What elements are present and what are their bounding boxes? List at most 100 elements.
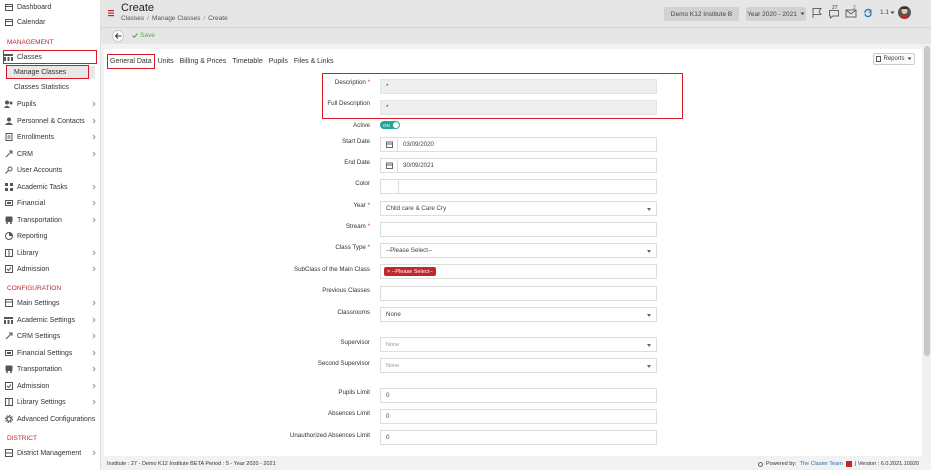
- pupils-icon: [4, 100, 13, 108]
- sidebar-item-crm-settings[interactable]: CRM Settings: [0, 328, 100, 344]
- document-icon: [876, 56, 882, 62]
- second-supervisor-select[interactable]: None: [380, 358, 657, 373]
- class-type-select[interactable]: --Please Select--: [380, 243, 657, 258]
- settings-icon: [4, 299, 13, 307]
- stream-field[interactable]: [380, 222, 657, 237]
- gear-icon: [4, 415, 13, 423]
- tab-pupils[interactable]: Pupils: [266, 54, 291, 68]
- color-label: Color: [355, 180, 370, 187]
- key-icon: [4, 166, 13, 174]
- sync-icon[interactable]: [862, 7, 874, 19]
- sidebar-item-academic-settings[interactable]: Academic Settings: [0, 312, 100, 328]
- sidebar-item-financial[interactable]: Financial: [0, 195, 100, 211]
- breadcrumb-create: Create: [208, 15, 228, 22]
- tab-files-links[interactable]: Files & Links: [291, 54, 337, 68]
- powered-label: Powered by:: [765, 461, 797, 467]
- start-date-field[interactable]: 03/09/2020: [380, 137, 657, 152]
- powered-icon: [757, 461, 763, 467]
- avatar[interactable]: [898, 6, 911, 19]
- academic-icon: [4, 316, 13, 324]
- back-button[interactable]: [112, 30, 124, 42]
- sidebar-item-district-management[interactable]: District Management: [0, 445, 100, 461]
- sidebar-item-dashboard[interactable]: Dashboard: [0, 0, 100, 15]
- calendar-icon[interactable]: [381, 138, 398, 151]
- absences-limit-field[interactable]: 0: [380, 409, 657, 424]
- breadcrumb-separator: /: [203, 15, 206, 22]
- stream-label: Stream *: [345, 223, 370, 230]
- team-link[interactable]: The Claster Team: [800, 461, 843, 467]
- tasks-icon: [4, 183, 13, 191]
- sidebar-item-financial-settings[interactable]: Financial Settings: [0, 345, 100, 361]
- sidebar-item-transportation[interactable]: Transportation: [0, 212, 100, 228]
- tab-timetable[interactable]: Timetable: [229, 54, 265, 68]
- year-select[interactable]: Child care & Care Cry: [380, 201, 657, 216]
- calendar-icon[interactable]: [381, 159, 398, 172]
- chevron-down-icon: [800, 12, 805, 16]
- enrollments-icon: [4, 133, 13, 141]
- sidebar-item-enrollments[interactable]: Enrollments: [0, 129, 100, 145]
- bus-icon: [4, 365, 13, 373]
- active-toggle[interactable]: ON: [380, 121, 400, 129]
- previous-classes-field[interactable]: [380, 286, 657, 301]
- scrollbar-thumb[interactable]: [924, 46, 930, 356]
- year-selector-label: Year 2020 - 2021: [747, 10, 797, 18]
- chevron-down-icon: [890, 11, 895, 15]
- sidebar-item-pupils[interactable]: Pupils: [0, 96, 100, 112]
- year-selector[interactable]: Year 2020 - 2021: [746, 7, 806, 21]
- general-data-highlight: [107, 54, 155, 69]
- sidebar-subitem-classes-statistics[interactable]: Classes Statistics: [7, 81, 95, 94]
- sidebar-item-transportation-settings[interactable]: Transportation: [0, 361, 100, 377]
- classrooms-select[interactable]: None: [380, 307, 657, 322]
- sidebar-item-library[interactable]: Library: [0, 245, 100, 261]
- subclass-label: SubClass of the Main Class: [293, 266, 370, 273]
- hamburger-menu-icon[interactable]: [108, 9, 116, 17]
- user-menu[interactable]: 1.1: [880, 9, 895, 16]
- sidebar-item-main-settings[interactable]: Main Settings: [0, 295, 100, 311]
- action-bar: Save: [101, 27, 931, 44]
- sidebar-item-reporting[interactable]: Reporting: [0, 228, 100, 244]
- classrooms-label: Classrooms: [337, 309, 370, 316]
- classrooms-value: None: [386, 311, 401, 318]
- scrollbar[interactable]: [923, 44, 931, 458]
- subclass-field[interactable]: × --Please Select--: [380, 264, 657, 279]
- admission-icon: [4, 265, 13, 273]
- breadcrumb-classes[interactable]: Classes: [121, 15, 144, 22]
- sidebar-item-advanced-configurations[interactable]: Advanced Configurations: [0, 411, 100, 427]
- subclass-chip[interactable]: × --Please Select--: [384, 267, 436, 276]
- description-highlight: [322, 73, 683, 119]
- district-icon: [4, 449, 13, 457]
- color-field[interactable]: [380, 179, 657, 194]
- previous-classes-label: Previous Classes: [322, 287, 370, 294]
- sidebar-item-library-settings[interactable]: Library Settings: [0, 394, 100, 410]
- flag-icon[interactable]: [811, 7, 823, 19]
- tab-billing-prices[interactable]: Billing & Prices: [177, 54, 230, 68]
- unauthorized-absences-limit-label: Unauthorized Absences Limit: [289, 432, 370, 439]
- footer-institute-info: Institute : 27 - Demo K12 Institute BETA…: [107, 461, 276, 467]
- sidebar-item-admission[interactable]: Admission: [0, 261, 100, 277]
- second-supervisor-value: None: [386, 362, 400, 369]
- sidebar-item-user-accounts[interactable]: User Accounts: [0, 162, 100, 178]
- sidebar-item-crm[interactable]: CRM: [0, 146, 100, 162]
- dashboard-icon: [4, 3, 13, 11]
- breadcrumb-manage-classes[interactable]: Manage Classes: [152, 15, 200, 22]
- footer-powered: Powered by: The Claster Team | Version :…: [757, 461, 919, 467]
- reports-button[interactable]: Reports: [873, 53, 915, 65]
- tab-units[interactable]: Units: [155, 54, 177, 68]
- sidebar-item-admission-settings[interactable]: Admission: [0, 378, 100, 394]
- pupils-limit-field[interactable]: 0: [380, 388, 657, 403]
- user-menu-label: 1.1: [880, 9, 890, 16]
- sidebar-item-personnel[interactable]: Personnel & Contacts: [0, 113, 100, 129]
- breadcrumb: Classes / Manage Classes / Create: [121, 15, 228, 22]
- unauthorized-absences-limit-field[interactable]: 0: [380, 430, 657, 445]
- end-date-field[interactable]: 30/09/2021: [380, 158, 657, 173]
- institute-selector[interactable]: Demo K12 Institute B: [664, 7, 739, 21]
- check-icon: [132, 33, 138, 38]
- save-button[interactable]: Save: [132, 32, 155, 39]
- color-swatch[interactable]: [381, 180, 399, 193]
- sidebar-item-calendar[interactable]: Calendar: [0, 14, 100, 30]
- supervisor-select[interactable]: None: [380, 337, 657, 352]
- reports-button-label: Reports: [883, 56, 905, 62]
- sidebar-item-academic-tasks[interactable]: Academic Tasks: [0, 179, 100, 195]
- start-date-label: Start Date: [342, 138, 370, 145]
- crm-icon: [4, 150, 13, 158]
